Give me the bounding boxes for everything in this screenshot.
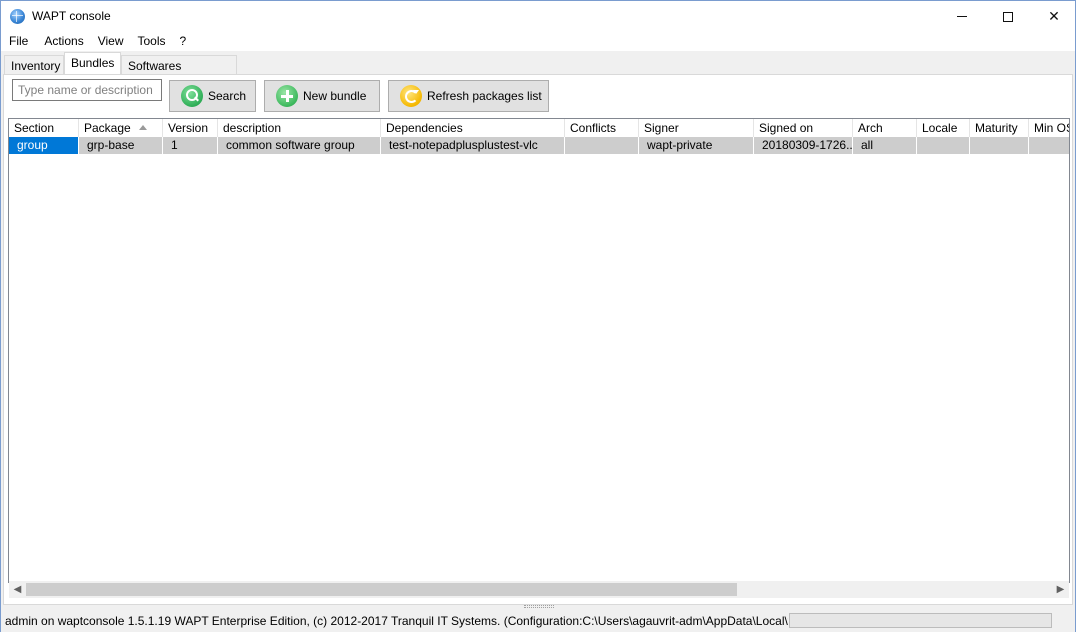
window-title: WAPT console (32, 9, 111, 23)
bundles-grid[interactable]: Section Package Version description Depe… (8, 118, 1070, 583)
menu-help[interactable]: ? (180, 32, 187, 51)
column-header-signed-on[interactable]: Signed on (754, 119, 853, 137)
close-icon: ✕ (1048, 8, 1060, 24)
cell-signed-on[interactable]: 20180309-1726... (754, 137, 853, 154)
column-header-section[interactable]: Section (9, 119, 79, 137)
menu-bar: File Actions View Tools ? (1, 32, 1075, 51)
table-row[interactable]: group grp-base 1 common software group t… (9, 137, 1069, 154)
cell-min-os[interactable] (1029, 137, 1069, 154)
status-bar: admin on waptconsole 1.5.1.19 WAPT Enter… (1, 609, 1075, 632)
cell-conflicts[interactable] (565, 137, 639, 154)
menu-actions[interactable]: Actions (44, 32, 83, 51)
search-button-label: Search (208, 89, 247, 103)
cell-maturity[interactable] (970, 137, 1029, 154)
menu-view[interactable]: View (98, 32, 124, 51)
refresh-packages-button[interactable]: Refresh packages list (388, 80, 549, 112)
column-header-package[interactable]: Package (79, 119, 163, 137)
refresh-packages-label: Refresh packages list (427, 89, 542, 103)
panel-splitter[interactable] (524, 605, 554, 608)
scrollbar-thumb[interactable] (26, 583, 737, 596)
new-bundle-label: New bundle (303, 89, 367, 103)
tab-softwares-repository[interactable]: Softwares repository (121, 55, 237, 87)
tab-bar: Inventory Softwares repository Bundles (1, 51, 1075, 87)
title-bar[interactable]: WAPT console ✕ (1, 1, 1075, 32)
search-button[interactable]: Search (169, 80, 256, 112)
tab-inventory[interactable]: Inventory (4, 55, 64, 74)
grid-header: Section Package Version description Depe… (9, 119, 1069, 137)
menu-tools[interactable]: Tools (138, 32, 166, 51)
column-header-package-label: Package (84, 121, 131, 135)
search-icon (181, 85, 203, 107)
scroll-right-icon[interactable]: ▶ (1052, 581, 1069, 598)
column-header-dependencies[interactable]: Dependencies (381, 119, 565, 137)
sort-ascending-icon (139, 125, 147, 130)
status-text: admin on waptconsole 1.5.1.19 WAPT Enter… (5, 614, 788, 628)
cell-signer[interactable]: wapt-private (639, 137, 754, 154)
column-header-maturity[interactable]: Maturity (970, 119, 1029, 137)
column-header-version[interactable]: Version (163, 119, 218, 137)
cell-dependencies[interactable]: test-notepadplusplustest-vlc (381, 137, 565, 154)
column-header-description[interactable]: description (218, 119, 381, 137)
status-progress-bar (789, 613, 1052, 628)
minimize-button[interactable] (939, 1, 985, 32)
column-header-signer[interactable]: Signer (639, 119, 754, 137)
refresh-icon (400, 85, 422, 107)
close-button[interactable]: ✕ (1031, 1, 1076, 32)
new-bundle-button[interactable]: New bundle (264, 80, 380, 112)
menu-file[interactable]: File (9, 32, 28, 51)
column-header-min-os[interactable]: Min OS (1029, 119, 1069, 137)
scroll-left-icon[interactable]: ◀ (9, 581, 26, 598)
cell-arch[interactable]: all (853, 137, 917, 154)
cell-description[interactable]: common software group (218, 137, 381, 154)
plus-icon (276, 85, 298, 107)
minimize-icon (957, 16, 967, 17)
tab-bundles[interactable]: Bundles (64, 52, 121, 74)
cell-locale[interactable] (917, 137, 970, 154)
search-input[interactable] (12, 79, 162, 101)
horizontal-scrollbar[interactable]: ◀ ▶ (9, 581, 1069, 598)
column-header-conflicts[interactable]: Conflicts (565, 119, 639, 137)
column-header-locale[interactable]: Locale (917, 119, 970, 137)
app-window: WAPT console ✕ File Actions View Tools ?… (0, 0, 1076, 632)
cell-section[interactable]: group (9, 137, 79, 154)
maximize-button[interactable] (985, 1, 1031, 32)
wapt-globe-icon (10, 9, 25, 24)
cell-package[interactable]: grp-base (79, 137, 163, 154)
cell-version[interactable]: 1 (163, 137, 218, 154)
column-header-arch[interactable]: Arch (853, 119, 917, 137)
maximize-icon (1003, 11, 1013, 22)
